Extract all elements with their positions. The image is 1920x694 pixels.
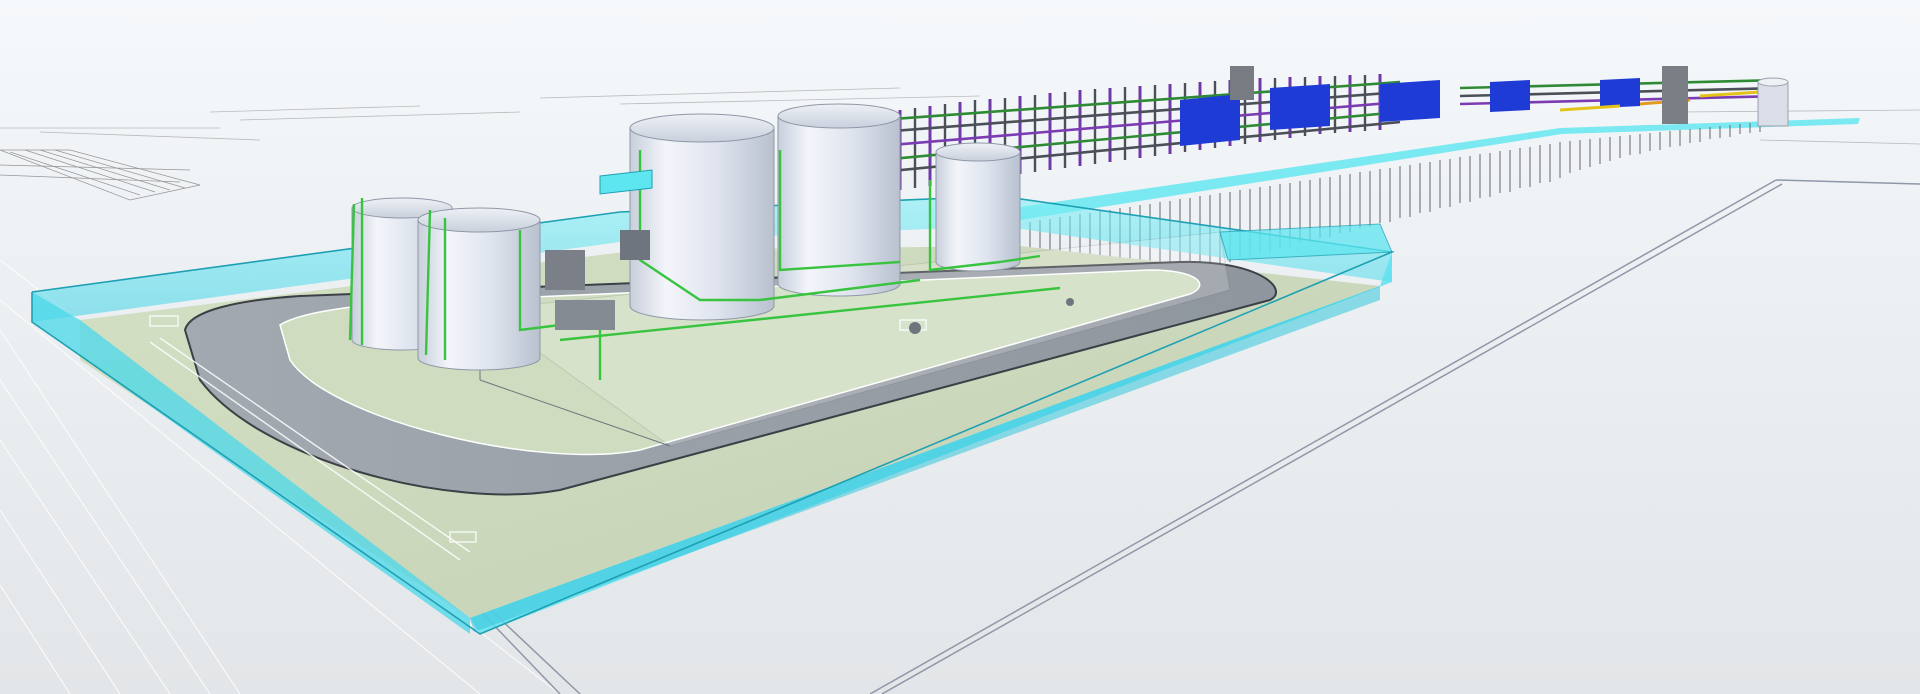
model-scene[interactable] <box>0 0 1920 694</box>
storage-tank-icon[interactable] <box>935 142 1021 272</box>
storage-tank-icon[interactable] <box>629 113 775 321</box>
storage-tank-icon[interactable] <box>417 207 541 371</box>
3d-viewport[interactable] <box>0 0 1920 694</box>
